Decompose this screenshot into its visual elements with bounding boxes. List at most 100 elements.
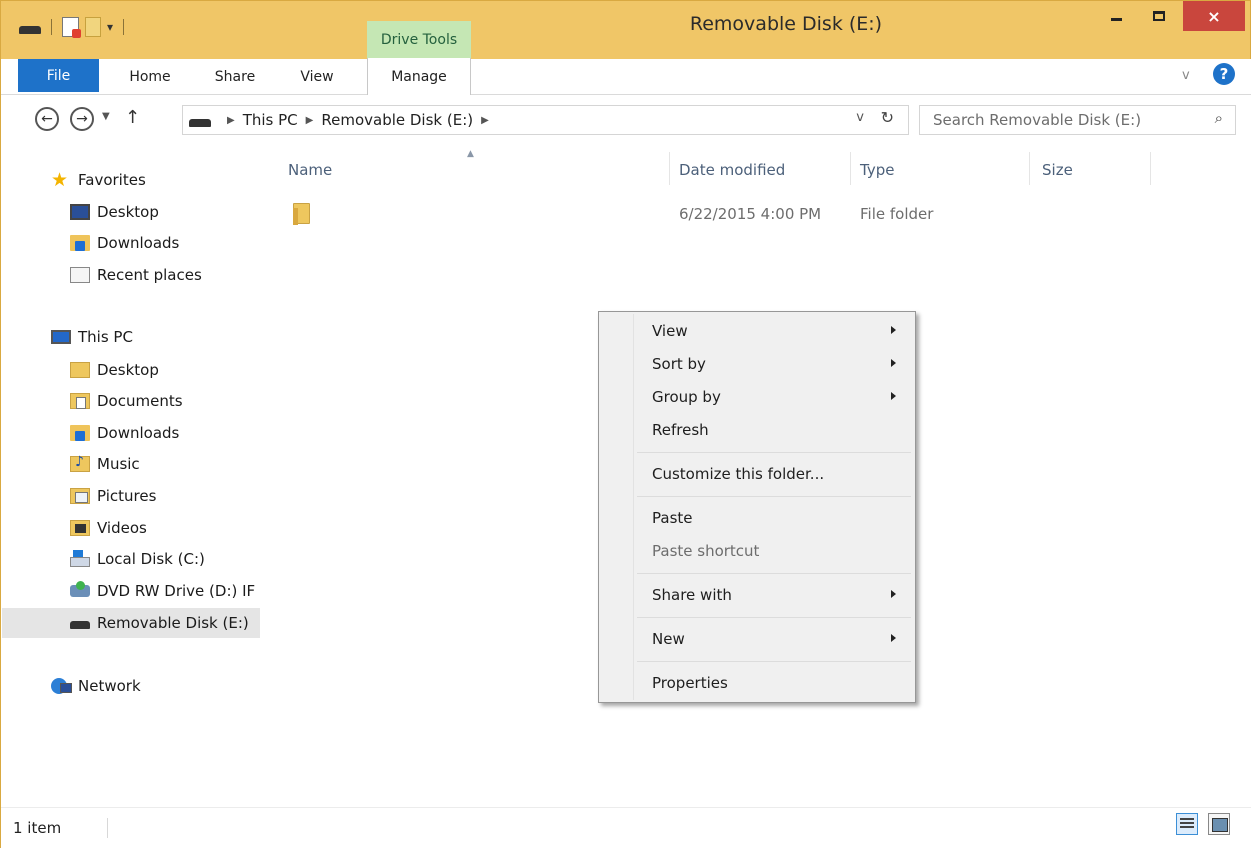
- menu-item-new[interactable]: New: [601, 624, 913, 654]
- nav-label: DVD RW Drive (D:) IF: [97, 582, 256, 600]
- large-icons-view-icon[interactable]: [1208, 813, 1230, 835]
- nav-label: Recent places: [97, 266, 202, 284]
- forward-button[interactable]: →: [70, 107, 94, 131]
- nav-removable-disk-e[interactable]: Removable Disk (E:): [2, 608, 260, 638]
- nav-downloads[interactable]: Downloads: [1, 418, 261, 448]
- nav-music[interactable]: Music: [1, 449, 261, 479]
- nav-label: Downloads: [97, 424, 180, 442]
- nav-documents[interactable]: Documents: [1, 386, 261, 416]
- nav-favorites-downloads[interactable]: Downloads: [1, 228, 261, 258]
- breadcrumb-removable-disk[interactable]: Removable Disk (E:): [321, 111, 473, 129]
- column-header-size[interactable]: Size: [1042, 161, 1073, 179]
- desktop-icon: [70, 204, 90, 220]
- nav-label: Favorites: [78, 171, 146, 189]
- column-divider[interactable]: [1029, 152, 1030, 185]
- drive-icon: [189, 118, 211, 127]
- tab-manage[interactable]: Manage: [367, 58, 471, 95]
- submenu-arrow-icon: [891, 634, 896, 642]
- breadcrumb-this-pc[interactable]: This PC: [243, 111, 298, 129]
- menu-item-customize-folder[interactable]: Customize this folder...: [601, 459, 913, 489]
- up-button[interactable]: ↑: [125, 107, 140, 128]
- column-header-date-modified[interactable]: Date modified: [679, 161, 785, 179]
- menu-item-refresh[interactable]: Refresh: [601, 415, 913, 445]
- context-menu: View Sort by Group by Refresh Customize …: [598, 311, 916, 703]
- search-icon[interactable]: ⌕: [1215, 109, 1223, 127]
- nav-dvd-drive-d[interactable]: DVD RW Drive (D:) IF: [1, 576, 261, 606]
- help-icon[interactable]: ?: [1213, 63, 1235, 85]
- menu-item-sort-by[interactable]: Sort by: [601, 349, 913, 379]
- removable-drive-icon: [70, 621, 90, 629]
- breadcrumb-chevron-icon[interactable]: ▶: [481, 115, 489, 126]
- tab-file[interactable]: File: [18, 59, 99, 92]
- menu-item-label: Group by: [652, 388, 721, 406]
- address-row: ← → ▼ ↑ ▶ This PC ▶ Removable Disk (E:) …: [1, 95, 1251, 149]
- network-icon: [51, 678, 72, 694]
- qat-divider: [51, 19, 52, 35]
- new-folder-icon[interactable]: [85, 17, 101, 37]
- menu-item-view[interactable]: View: [601, 316, 913, 346]
- menu-item-label: New: [652, 630, 685, 648]
- nav-favorites[interactable]: ★ Favorites: [1, 165, 261, 195]
- menu-item-label: Paste: [652, 509, 693, 527]
- details-view-icon[interactable]: [1176, 813, 1198, 835]
- expand-ribbon-icon[interactable]: v: [1182, 68, 1190, 83]
- maximize-icon: [1153, 11, 1165, 21]
- nav-favorites-desktop[interactable]: Desktop: [1, 197, 261, 227]
- column-header-name[interactable]: Name: [288, 161, 332, 179]
- address-history-dropdown-icon[interactable]: v: [856, 110, 864, 125]
- menu-item-paste[interactable]: Paste: [601, 503, 913, 533]
- menu-separator: [637, 573, 911, 574]
- drive-tools-tab-group: Drive Tools: [367, 21, 471, 58]
- close-button[interactable]: ×: [1183, 1, 1245, 31]
- column-divider[interactable]: [850, 152, 851, 185]
- documents-folder-icon: [70, 393, 90, 409]
- back-button[interactable]: ←: [35, 107, 59, 131]
- menu-separator: [637, 452, 911, 453]
- downloads-folder-icon: [70, 425, 90, 441]
- menu-separator: [637, 661, 911, 662]
- breadcrumb-chevron-icon[interactable]: ▶: [306, 115, 314, 126]
- nav-desktop[interactable]: Desktop: [1, 355, 261, 385]
- minimize-button[interactable]: [1096, 1, 1136, 31]
- table-row[interactable]: 6/22/2015 4:00 PM File folder: [283, 199, 983, 229]
- nav-videos[interactable]: Videos: [1, 513, 261, 543]
- tab-share[interactable]: Share: [206, 59, 264, 95]
- column-divider[interactable]: [1150, 152, 1151, 185]
- column-divider[interactable]: [669, 152, 670, 185]
- customize-qat-dropdown-icon[interactable]: ▾: [107, 20, 113, 34]
- refresh-icon[interactable]: ↻: [881, 108, 894, 127]
- menu-separator: [637, 496, 911, 497]
- menu-item-share-with[interactable]: Share with: [601, 580, 913, 610]
- tab-home[interactable]: Home: [123, 59, 177, 95]
- menu-item-label: Refresh: [652, 421, 709, 439]
- recent-locations-dropdown-icon[interactable]: ▼: [102, 111, 110, 122]
- downloads-folder-icon: [70, 235, 90, 251]
- menu-item-group-by[interactable]: Group by: [601, 382, 913, 412]
- nav-local-disk-c[interactable]: Local Disk (C:): [1, 544, 261, 574]
- star-icon: ★: [51, 169, 69, 191]
- nav-network[interactable]: Network: [1, 671, 261, 701]
- status-divider: [107, 818, 108, 838]
- breadcrumb-chevron-icon[interactable]: ▶: [227, 115, 235, 126]
- column-header-type[interactable]: Type: [860, 161, 894, 179]
- status-bar: 1 item: [1, 807, 1251, 848]
- submenu-arrow-icon: [891, 326, 896, 334]
- dvd-drive-icon: [70, 581, 90, 597]
- nav-pictures[interactable]: Pictures: [1, 481, 261, 511]
- nav-label: Videos: [97, 519, 147, 537]
- nav-this-pc[interactable]: This PC: [1, 322, 261, 352]
- ribbon-tabs: File Home Share View Manage v ?: [1, 58, 1251, 95]
- tab-view[interactable]: View: [291, 59, 343, 95]
- nav-label: Desktop: [97, 361, 159, 379]
- menu-item-properties[interactable]: Properties: [601, 668, 913, 698]
- pictures-folder-icon: [70, 488, 90, 504]
- menu-item-label: View: [652, 322, 688, 340]
- address-bar[interactable]: ▶ This PC ▶ Removable Disk (E:) ▶ v ↻: [182, 105, 909, 135]
- search-input[interactable]: Search Removable Disk (E:) ⌕: [919, 105, 1236, 135]
- menu-item-label: Share with: [652, 586, 732, 604]
- drive-icon[interactable]: [19, 26, 41, 34]
- maximize-button[interactable]: [1139, 1, 1179, 31]
- properties-icon[interactable]: [62, 17, 81, 38]
- submenu-arrow-icon: [891, 392, 896, 400]
- nav-recent-places[interactable]: Recent places: [1, 260, 261, 290]
